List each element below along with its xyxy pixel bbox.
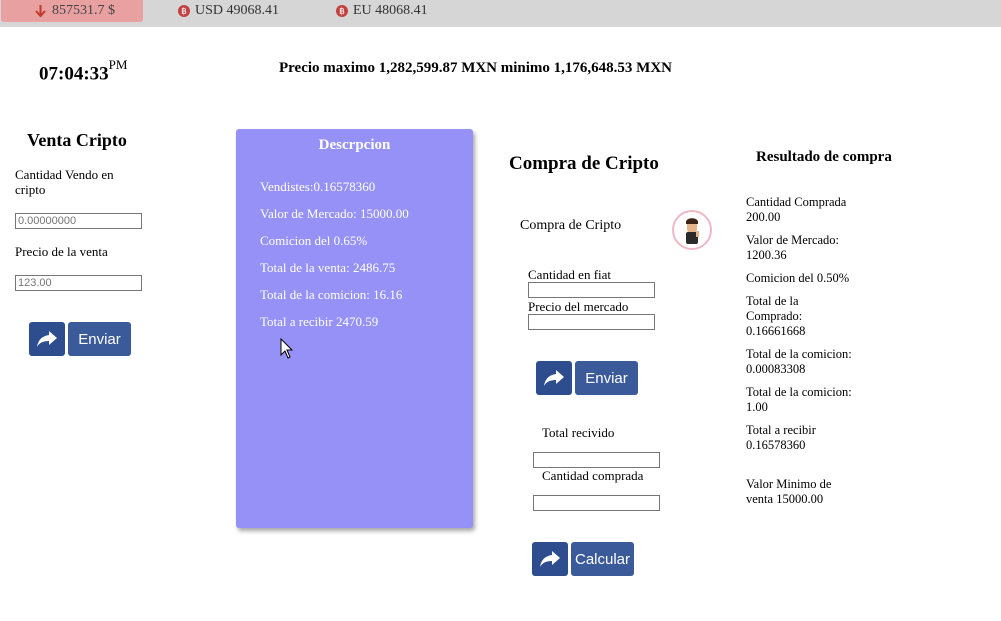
clock-time: 07:04:33 [39, 63, 109, 85]
resultado-title: Resultado de compra [756, 149, 892, 165]
total-recivido-input[interactable] [533, 452, 660, 468]
resultado-item: Total de la comicion: 1.00 [746, 385, 852, 414]
resultado-item: Total a recibir 0.16578360 [746, 423, 816, 452]
ticker-main-value: 857531.7 $ [52, 3, 115, 18]
resultado-item: Valor de Mercado: 1200.36 [746, 233, 840, 262]
ticker-bar [0, 0, 1001, 27]
precio-venta-label: Precio de la venta [15, 244, 108, 259]
compra-title: Compra de Cripto [509, 153, 659, 174]
descripcion-panel: Descrpcion Vendistes:0.16578360 Valor de… [236, 129, 473, 528]
share-arrow-icon [536, 361, 572, 395]
ticker-eu: ฿ EU 48068.41 [336, 0, 428, 22]
clock: 07:04:33PM [39, 57, 128, 85]
arrow-down-icon [35, 5, 46, 17]
mouse-cursor-icon [280, 337, 294, 364]
clock-suffix: PM [108, 57, 128, 72]
descripcion-title: Descrpcion [318, 137, 391, 153]
resultado-item: Total de la Comprado: 0.16661668 [746, 294, 806, 338]
precio-venta-input[interactable] [15, 275, 142, 291]
avatar [672, 210, 712, 250]
price-range: Precio maximo 1,282,599.87 MXN minimo 1,… [279, 60, 673, 76]
resultado-item: Total de la comicion: 0.00083308 [746, 347, 852, 376]
descripcion-line: Vendistes:0.16578360 [260, 179, 376, 194]
descripcion-line: Comicion del 0.65% [260, 233, 368, 248]
compra-enviar-label: Enviar [575, 361, 638, 395]
total-recivido-label: Total recivido [542, 425, 615, 440]
venta-title: Venta Cripto [27, 130, 127, 150]
compra-subtitle: Compra de Cripto [520, 218, 622, 233]
fiat-label: Cantidad en fiat [528, 267, 612, 282]
share-arrow-icon [29, 322, 65, 356]
resultado-item: Valor Minimo de venta 15000.00 [746, 477, 832, 506]
cantidad-vendo-label: Cantidad Vendo en cripto [15, 167, 114, 197]
venta-enviar-label: Enviar [68, 322, 131, 356]
ticker-usd-value: USD 49068.41 [195, 3, 280, 18]
mercado-label: Precio del mercado [528, 299, 629, 314]
share-arrow-icon [532, 542, 568, 576]
fiat-input[interactable] [528, 282, 655, 298]
ticker-eu-value: EU 48068.41 [353, 3, 428, 18]
resultado-item: Comicion del 0.50% [746, 271, 850, 285]
venta-enviar-button[interactable]: Enviar [29, 322, 131, 356]
compra-enviar-button[interactable]: Enviar [536, 361, 638, 395]
descripcion-line: Total a recibir 2470.59 [260, 314, 379, 329]
descripcion-line: Valor de Mercado: 15000.00 [260, 206, 409, 221]
calcular-button[interactable]: Calcular [532, 542, 634, 576]
mercado-input[interactable] [528, 314, 655, 330]
resultado-item: Cantidad Comprada 200.00 [746, 195, 847, 224]
ticker-price-down: 857531.7 $ [1, 0, 143, 22]
bitcoin-icon: ฿ [336, 5, 348, 17]
cantidad-comprada-input[interactable] [533, 495, 660, 511]
cantidad-vendo-input[interactable] [15, 213, 142, 229]
cantidad-comprada-label: Cantidad comprada [542, 468, 644, 483]
ticker-usd: ฿ USD 49068.41 [178, 0, 279, 22]
descripcion-line: Total de la comicion: 16.16 [260, 287, 403, 302]
bitcoin-icon: ฿ [178, 5, 190, 17]
calcular-label: Calcular [571, 542, 634, 576]
descripcion-line: Total de la venta: 2486.75 [260, 260, 396, 275]
